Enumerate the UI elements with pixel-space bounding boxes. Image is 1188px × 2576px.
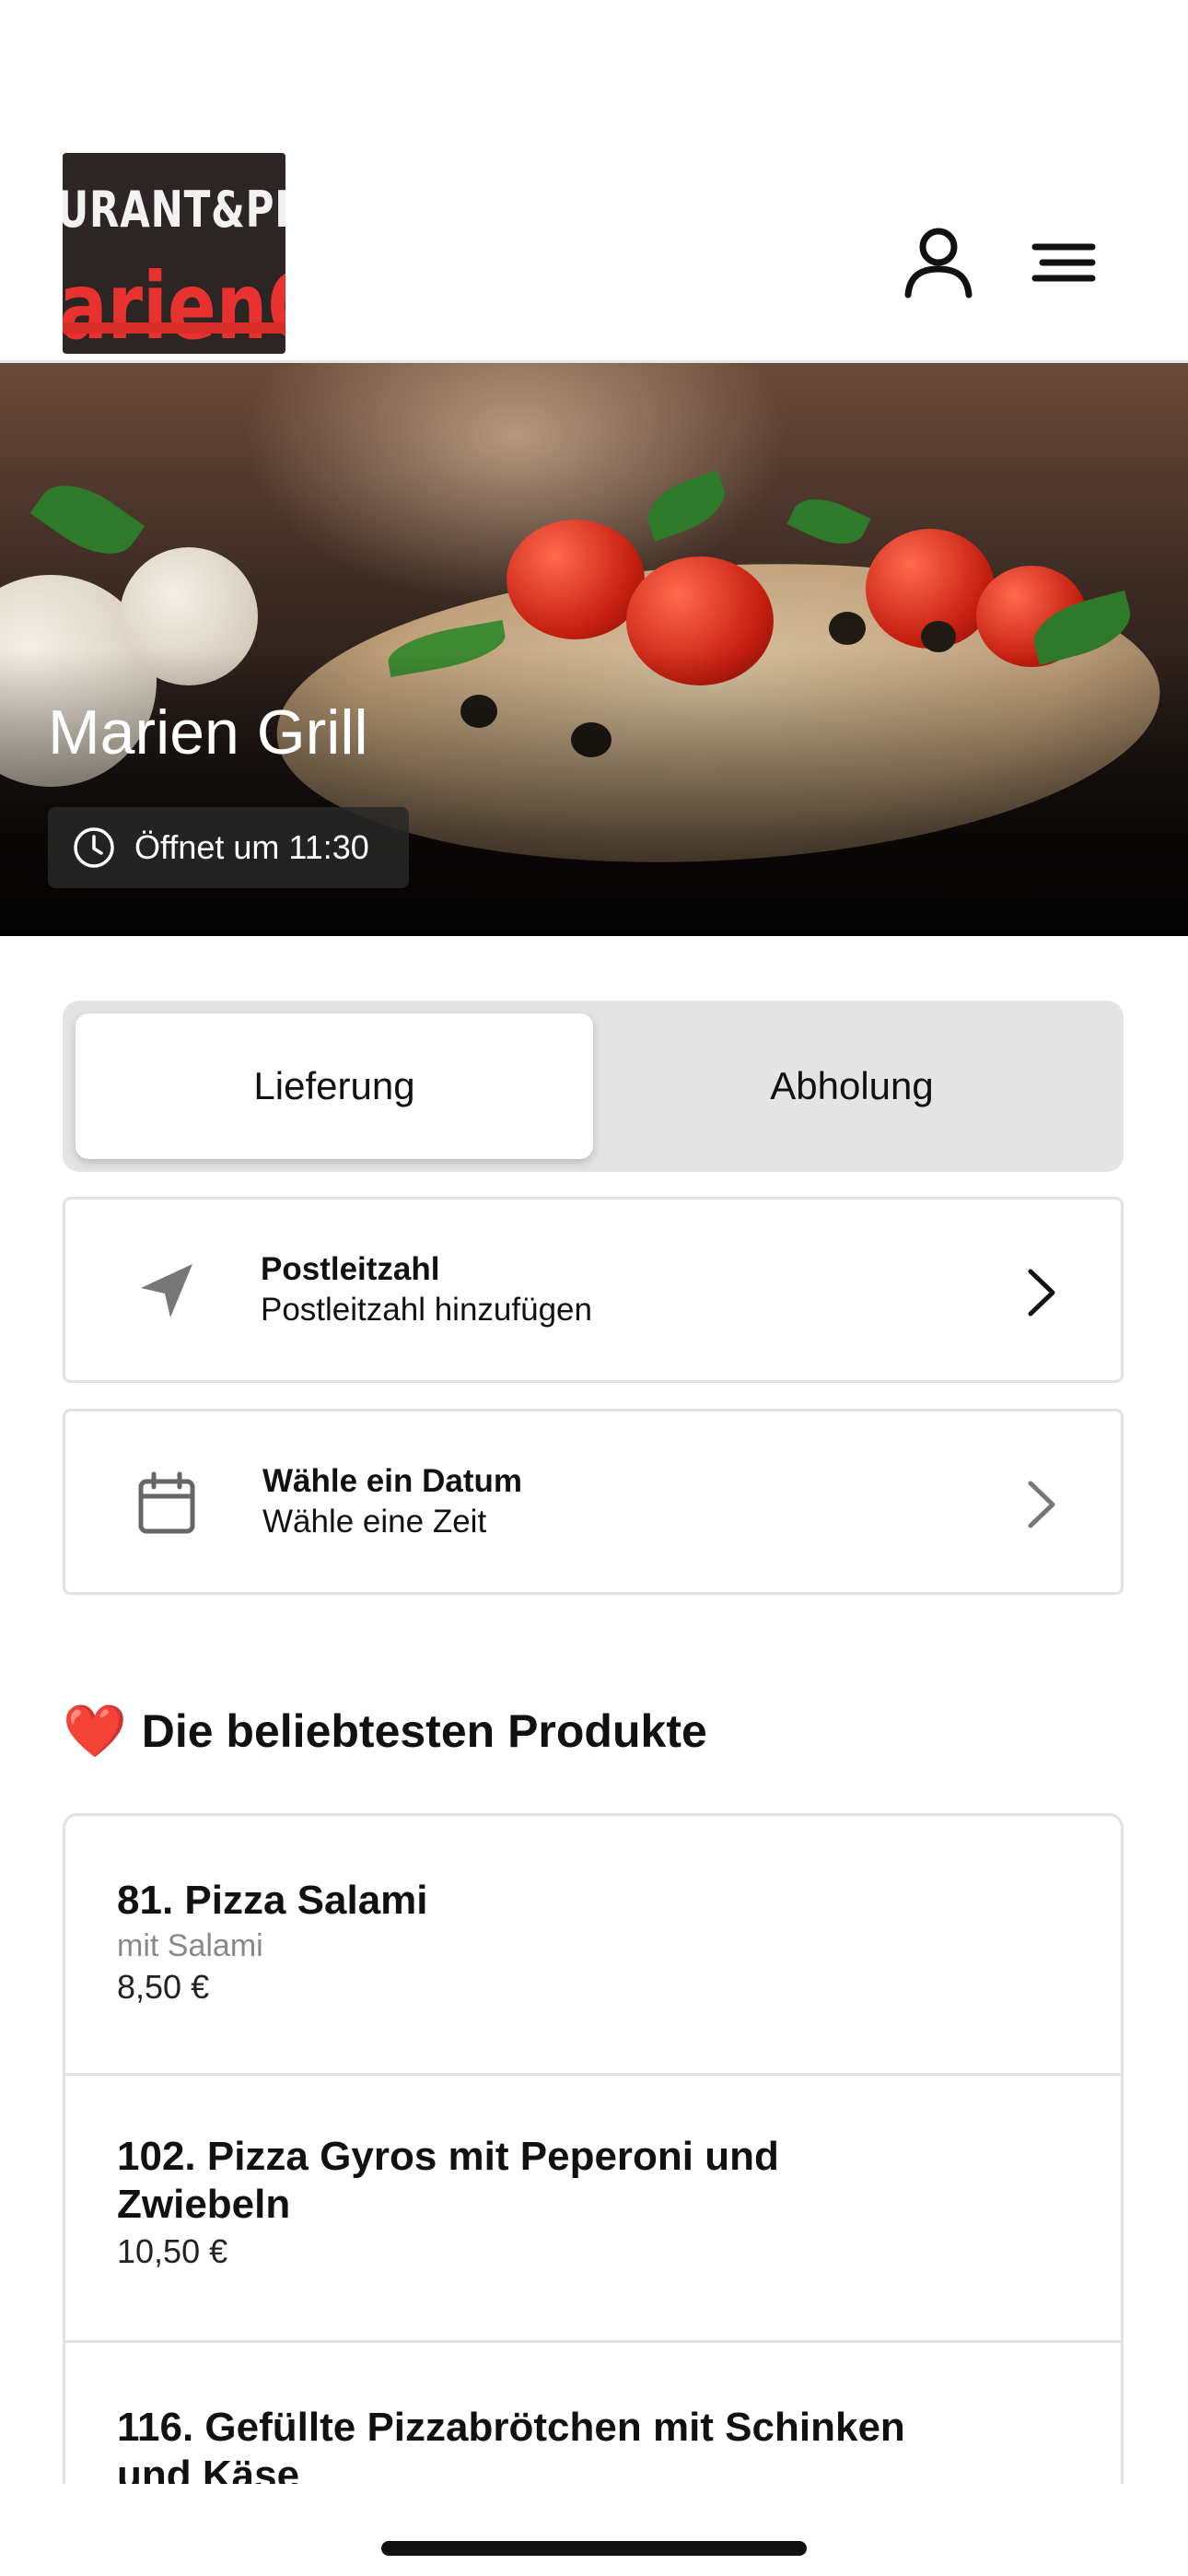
product-description: mit Salami [117,1928,263,1963]
product-price: 10,50 € [117,2232,228,2270]
opening-hours-text: Öffnet um 11:30 [134,828,369,866]
product-name: 102. Pizza Gyros mit Peperoni und Zwiebe… [117,2134,779,2227]
product-item[interactable]: 102. Pizza Gyros mit Peperoni und Zwiebe… [65,2076,1121,2343]
user-icon[interactable] [897,221,980,304]
product-item[interactable]: 81. Pizza Salami mit Salami 8,50 € [65,1816,1121,2076]
postal-code-subtitle: Postleitzahl hinzufügen [261,1292,592,1328]
chevron-right-icon [1007,1260,1071,1325]
location-arrow-icon [132,1257,202,1327]
app-header: URANT&PIZ arienG [0,0,1188,363]
postal-code-card[interactable]: Postleitzahl Postleitzahl hinzufügen [63,1197,1124,1383]
product-item[interactable]: 116. Gefüllte Pizzabrötchen mit Schinken… [65,2343,1121,2484]
postal-code-title: Postleitzahl [261,1251,440,1287]
opening-hours-badge: Öffnet um 11:30 [48,807,409,888]
logo-text-top: URANT&PIZ [63,181,285,239]
home-indicator[interactable] [381,2541,807,2556]
restaurant-logo[interactable]: URANT&PIZ arienG [63,153,285,354]
product-price: 8,50 € [117,1968,210,2006]
popular-products-list: 81. Pizza Salami mit Salami 8,50 € 102. … [63,1813,1124,2484]
date-time-card[interactable]: Wähle ein Datum Wähle eine Zeit [63,1409,1124,1595]
clock-icon [72,825,116,870]
menu-icon[interactable] [1022,221,1105,304]
delivery-tab[interactable]: Lieferung [76,1013,593,1159]
popular-products-title: Die beliebtesten Produkte [141,1705,707,1757]
popular-products-heading: ❤️ Die beliebtesten Produkte [63,1701,707,1762]
logo-text-bottom: arienG [63,252,285,354]
pickup-tab[interactable]: Abholung [593,1013,1111,1159]
calendar-icon [132,1469,202,1539]
restaurant-name: Marien Grill [48,697,368,767]
order-mode-switch: Lieferung Abholung [63,1001,1124,1172]
time-subtitle: Wähle eine Zeit [262,1504,487,1540]
chevron-right-icon [1007,1472,1071,1537]
product-name: 116. Gefüllte Pizzabrötchen mit Schinken… [117,2405,905,2484]
product-name: 81. Pizza Salami [117,1878,428,1923]
heart-icon: ❤️ [63,1702,127,1760]
logo-band [63,322,285,334]
date-title: Wähle ein Datum [262,1463,522,1499]
